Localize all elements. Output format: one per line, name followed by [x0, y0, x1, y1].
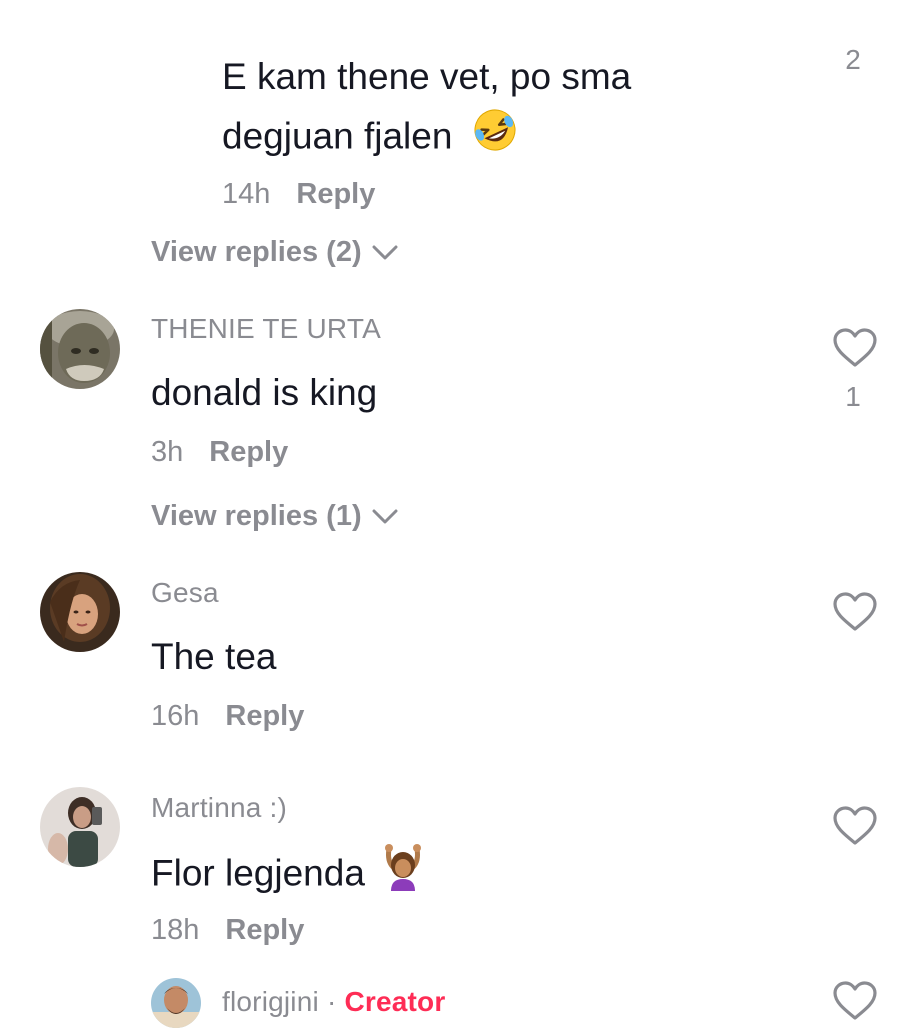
reply-button[interactable]: Reply [296, 178, 375, 211]
comment-username[interactable]: florigjini [222, 986, 319, 1018]
comment-text-line2: degjuan fjalen [222, 115, 453, 157]
comment-text: donald is king [151, 372, 378, 413]
avatar[interactable] [40, 787, 120, 867]
creator-badge: Creator [344, 986, 446, 1017]
avatar[interactable] [40, 572, 120, 652]
comment-text: Flor legjenda [151, 843, 423, 908]
creator-username-row: florigjini · Creator [222, 986, 445, 1018]
comment-text: The tea [151, 636, 277, 677]
comment-time: 14h [222, 178, 271, 210]
heart-icon[interactable] [832, 980, 878, 1022]
heart-icon[interactable] [832, 591, 878, 633]
heart-icon[interactable] [832, 327, 878, 369]
reply-button[interactable]: Reply [225, 914, 304, 947]
rolling-on-floor-laughing-emoji-icon [471, 106, 519, 171]
view-replies-button[interactable]: View replies (2) [151, 236, 398, 269]
heart-icon[interactable] [832, 805, 878, 847]
reply-button[interactable]: Reply [225, 700, 304, 733]
separator-dot: · [326, 986, 337, 1017]
view-replies-label: View replies (1) [151, 500, 362, 532]
comment-time: 18h [151, 914, 200, 946]
avatar[interactable] [40, 309, 120, 389]
comment-time: 3h [151, 436, 184, 468]
view-replies-label: View replies (2) [151, 236, 362, 268]
like-count: 1 [845, 381, 861, 412]
view-replies-button[interactable]: View replies (1) [151, 500, 398, 533]
reply-button[interactable]: Reply [209, 436, 288, 469]
comment-meta: 18h Reply [151, 914, 304, 947]
comment-username[interactable]: THENIE TE URTA [151, 313, 381, 345]
comment-text-line1: E kam thene vet, po sma [222, 56, 632, 97]
like-count: 2 [845, 44, 861, 75]
chevron-down-icon [372, 509, 398, 523]
comment-meta: 14h Reply [222, 178, 375, 211]
comment-text: E kam thene vet, po sma degjuan fjalen [222, 48, 631, 171]
comment-time: 16h [151, 700, 200, 732]
woman-gesturing-ok-emoji-icon [383, 843, 423, 908]
avatar[interactable] [151, 978, 201, 1028]
comment-username[interactable]: Martinna :) [151, 792, 287, 824]
comment-meta: 3h Reply [151, 436, 288, 469]
comment-username[interactable]: Gesa [151, 577, 219, 609]
comment-meta: 16h Reply [151, 700, 304, 733]
chevron-down-icon [372, 245, 398, 259]
comment-text-content: Flor legjenda [151, 852, 365, 894]
